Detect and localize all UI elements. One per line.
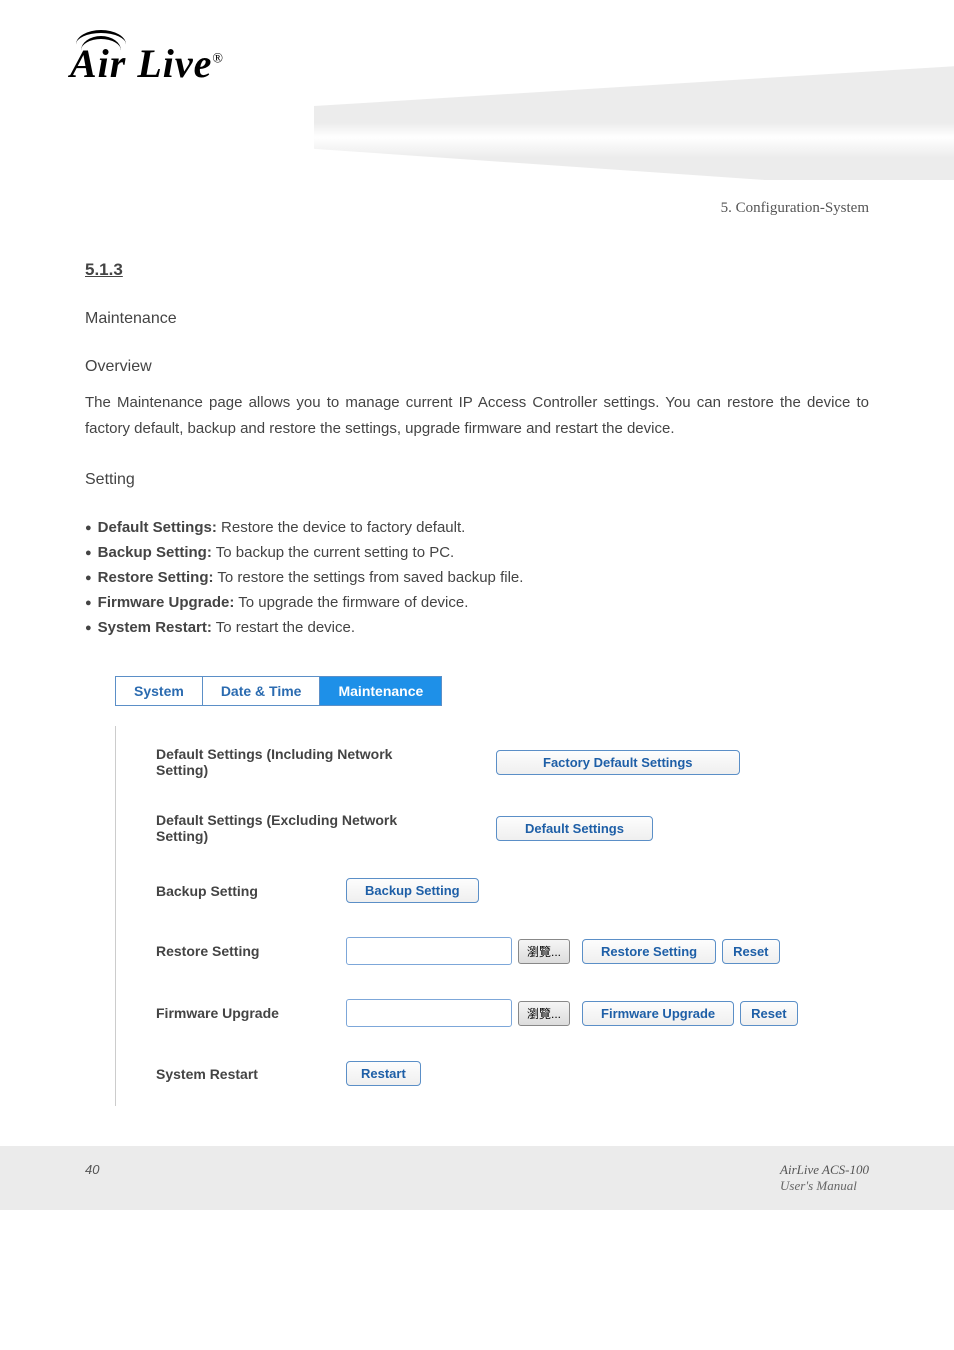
browse-button[interactable]: 瀏覽... (518, 1001, 570, 1026)
overview-title: Overview (85, 358, 869, 376)
row-label: Default Settings (Excluding Network Sett… (156, 812, 436, 844)
overview-text: The Maintenance page allows you to manag… (85, 390, 869, 441)
footer-right: AirLive ACS-100 User's Manual (780, 1162, 869, 1194)
subsection-title: Maintenance (85, 310, 869, 328)
row-label: System Restart (156, 1066, 346, 1082)
restore-setting-button[interactable]: Restore Setting (582, 939, 716, 964)
restart-button[interactable]: Restart (346, 1061, 421, 1086)
page-header: Air Live® 5. Configuration-System (0, 0, 954, 180)
manual-label: User's Manual (780, 1178, 869, 1194)
row-label: Backup Setting (156, 883, 346, 899)
row-backup: Backup Setting Backup Setting (156, 878, 869, 903)
subsection-number: 5.1.3 (85, 260, 869, 280)
backup-setting-button[interactable]: Backup Setting (346, 878, 479, 903)
list-item: ●Firmware Upgrade: To upgrade the firmwa… (85, 594, 869, 611)
header-swoosh (314, 60, 954, 180)
row-firmware: Firmware Upgrade 瀏覽... Firmware Upgrade … (156, 999, 869, 1027)
list-item: ●Backup Setting: To backup the current s… (85, 544, 869, 561)
factory-default-button[interactable]: Factory Default Settings (496, 750, 740, 775)
restore-reset-button[interactable]: Reset (722, 939, 779, 964)
chapter-heading: 5. Configuration-System (721, 200, 869, 217)
setting-title: Setting (85, 471, 869, 489)
list-item: ●Default Settings: Restore the device to… (85, 519, 869, 536)
page-footer: 40 AirLive ACS-100 User's Manual (0, 1146, 954, 1210)
firmware-upgrade-button[interactable]: Firmware Upgrade (582, 1001, 734, 1026)
row-restore: Restore Setting 瀏覽... Restore Setting Re… (156, 937, 869, 965)
row-label: Default Settings (Including Network Sett… (156, 746, 436, 778)
panel-body: Default Settings (Including Network Sett… (115, 726, 869, 1106)
maintenance-panel: System Date & Time Maintenance Default S… (115, 676, 869, 1106)
row-restart: System Restart Restart (156, 1061, 869, 1086)
page-number: 40 (85, 1162, 99, 1194)
settings-list: ●Default Settings: Restore the device to… (85, 519, 869, 636)
default-settings-button[interactable]: Default Settings (496, 816, 653, 841)
firmware-reset-button[interactable]: Reset (740, 1001, 797, 1026)
tab-maintenance[interactable]: Maintenance (320, 677, 441, 705)
tab-system[interactable]: System (116, 677, 203, 705)
firmware-file-input[interactable] (346, 999, 512, 1027)
logo: Air Live® (70, 40, 224, 87)
row-default-excluding: Default Settings (Excluding Network Sett… (156, 812, 869, 844)
browse-button[interactable]: 瀏覽... (518, 939, 570, 964)
registered-mark: ® (212, 52, 224, 67)
row-label: Restore Setting (156, 943, 346, 959)
page-content: 5.1.3 Maintenance Overview The Maintenan… (0, 260, 954, 1146)
row-default-including: Default Settings (Including Network Sett… (156, 746, 869, 778)
row-label: Firmware Upgrade (156, 1005, 346, 1021)
tabs: System Date & Time Maintenance (115, 676, 442, 706)
list-item: ●System Restart: To restart the device. (85, 619, 869, 636)
list-item: ●Restore Setting: To restore the setting… (85, 569, 869, 586)
product-name: AirLive ACS-100 (780, 1162, 869, 1178)
restore-file-input[interactable] (346, 937, 512, 965)
tab-datetime[interactable]: Date & Time (203, 677, 321, 705)
